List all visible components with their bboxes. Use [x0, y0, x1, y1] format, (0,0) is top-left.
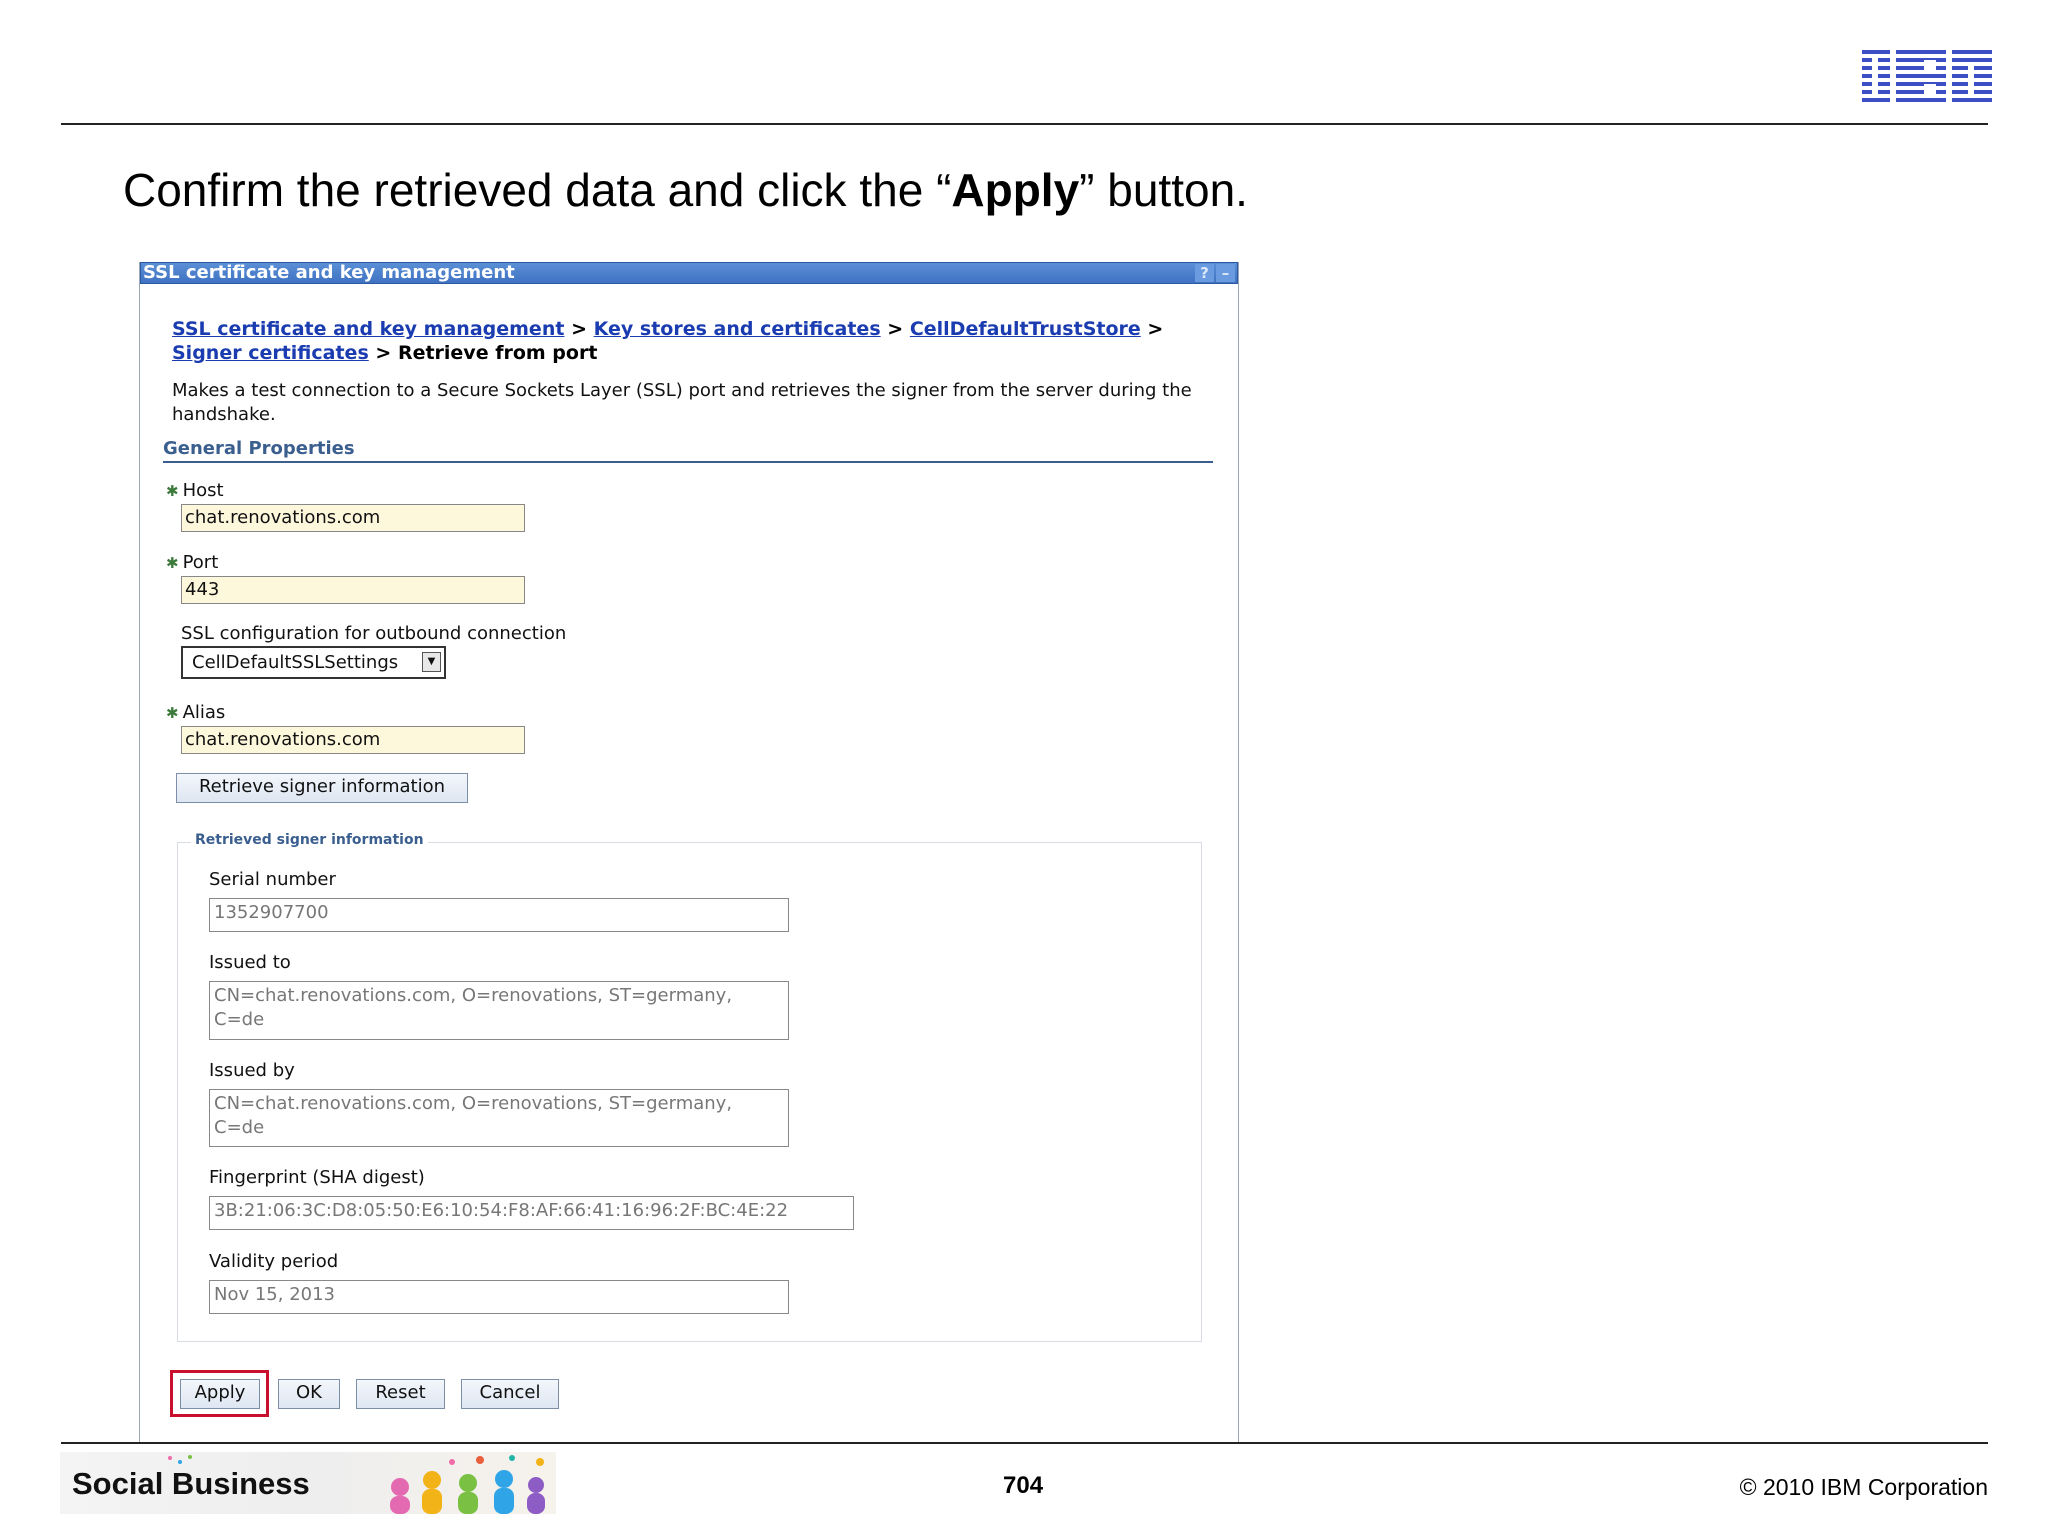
- breadcrumb-separator: >: [571, 318, 587, 340]
- fingerprint-field[interactable]: 3B:21:06:3C:D8:05:50:E6:10:54:F8:AF:66:4…: [209, 1196, 854, 1230]
- required-icon: ✱: [166, 704, 179, 722]
- issued-to-field[interactable]: CN=chat.renovations.com, O=renovations, …: [209, 981, 789, 1040]
- panel-titlebar: SSL certificate and key management ? –: [140, 262, 1238, 284]
- apply-button[interactable]: Apply: [180, 1379, 260, 1409]
- cancel-button[interactable]: Cancel: [461, 1379, 559, 1409]
- ok-button[interactable]: OK: [278, 1379, 340, 1409]
- alias-field[interactable]: chat.renovations.com: [181, 726, 525, 754]
- host-label: ✱ Host: [166, 480, 224, 501]
- issued-by-field[interactable]: CN=chat.renovations.com, O=renovations, …: [209, 1089, 789, 1147]
- console-panel: SSL certificate and key management ? – S…: [139, 262, 1239, 1442]
- breadcrumb: SSL certificate and key management > Key…: [172, 317, 1212, 365]
- section-divider: [163, 461, 1213, 463]
- validity-field[interactable]: Nov 15, 2013: [209, 1280, 789, 1314]
- footer-brand-banner: Social Business: [60, 1452, 556, 1514]
- required-icon: ✱: [166, 554, 179, 572]
- fingerprint-label: Fingerprint (SHA digest): [209, 1167, 425, 1188]
- retrieved-signer-legend: Retrieved signer information: [191, 832, 428, 848]
- instruction-text: Confirm the retrieved data and click the…: [123, 164, 1248, 216]
- breadcrumb-separator: >: [887, 318, 904, 340]
- ssl-config-select[interactable]: CellDefaultSSLSettings ▼: [181, 646, 446, 679]
- breadcrumb-trust-store[interactable]: CellDefaultTrustStore: [910, 318, 1141, 340]
- port-field[interactable]: 443: [181, 576, 525, 604]
- footer-brand-text: Social Business: [72, 1466, 310, 1501]
- ibm-logo: [1862, 50, 1992, 106]
- page-description: Makes a test connection to a Secure Sock…: [172, 380, 1192, 425]
- reset-button[interactable]: Reset: [356, 1379, 445, 1409]
- required-icon: ✱: [166, 482, 179, 500]
- help-icon[interactable]: ?: [1195, 264, 1214, 282]
- copyright-notice: © 2010 IBM Corporation: [1739, 1474, 1988, 1500]
- host-field[interactable]: chat.renovations.com: [181, 504, 525, 532]
- issued-by-label: Issued by: [209, 1060, 295, 1081]
- port-label: ✱ Port: [166, 552, 219, 573]
- breadcrumb-ssl-management[interactable]: SSL certificate and key management: [172, 318, 564, 340]
- ssl-config-value: CellDefaultSSLSettings: [192, 652, 399, 673]
- breadcrumb-signer-certificates[interactable]: Signer certificates: [172, 342, 369, 364]
- panel-title: SSL certificate and key management: [143, 262, 515, 283]
- breadcrumb-separator: >: [1147, 318, 1164, 340]
- chevron-down-icon[interactable]: ▼: [422, 652, 441, 672]
- validity-label: Validity period: [209, 1251, 339, 1272]
- general-properties-heading: General Properties: [163, 438, 355, 459]
- breadcrumb-key-stores[interactable]: Key stores and certificates: [594, 318, 881, 340]
- serial-number-label: Serial number: [209, 869, 336, 890]
- minimize-icon[interactable]: –: [1216, 264, 1235, 282]
- footer-divider: [61, 1442, 1988, 1444]
- breadcrumb-separator: >: [375, 342, 392, 364]
- page-number: 704: [1003, 1472, 1044, 1499]
- breadcrumb-current: Retrieve from port: [397, 342, 598, 364]
- serial-number-field[interactable]: 1352907700: [209, 898, 789, 932]
- issued-to-label: Issued to: [209, 952, 291, 973]
- ssl-config-label: SSL configuration for outbound connectio…: [181, 623, 567, 644]
- alias-label: ✱ Alias: [166, 702, 226, 723]
- header-divider: [61, 123, 1988, 125]
- retrieve-signer-button[interactable]: Retrieve signer information: [176, 773, 468, 803]
